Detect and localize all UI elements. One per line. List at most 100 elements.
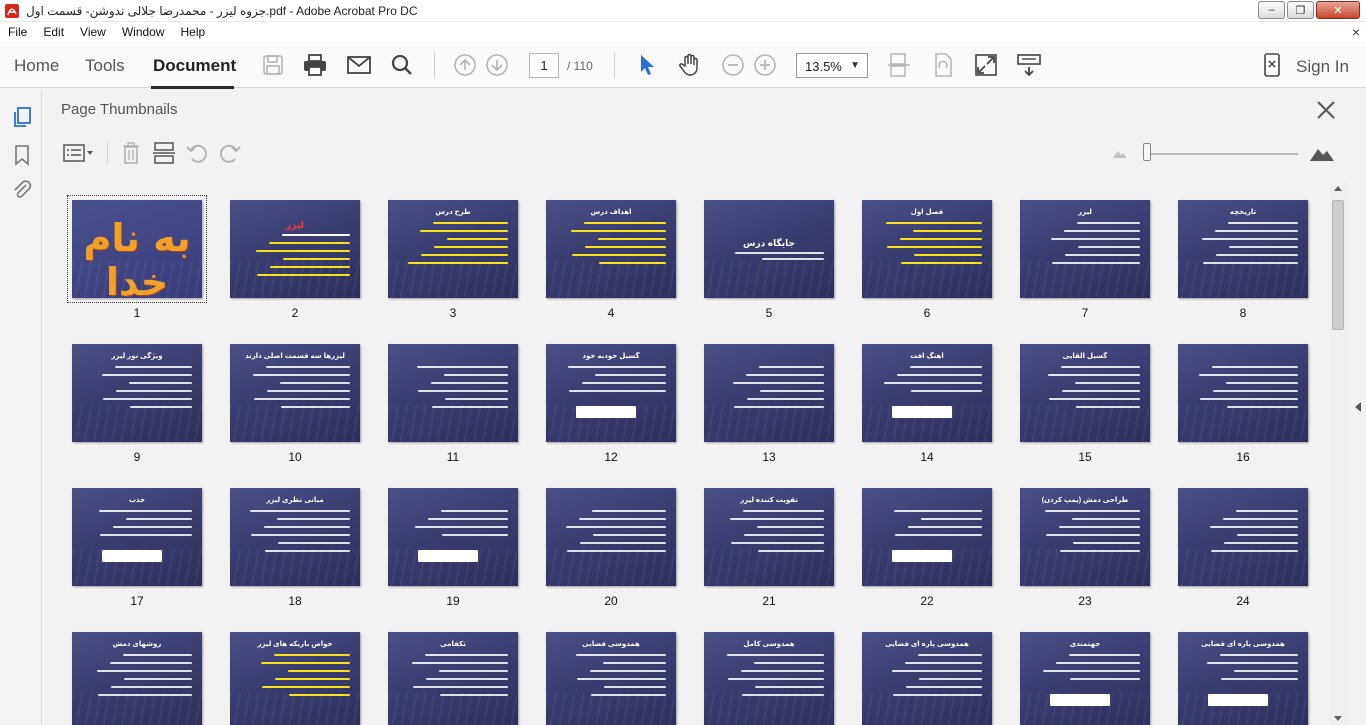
page-thumbnail[interactable]: خواص باریکه های لیزر [222, 632, 368, 725]
page-display-icon[interactable] [886, 52, 912, 78]
page-thumbnail[interactable]: همدوسی فضایی [538, 632, 684, 725]
slide-text-line [278, 542, 350, 544]
page-thumbnail[interactable]: 11 [380, 344, 526, 464]
page-thumbnail[interactable]: تکفامی [380, 632, 526, 725]
page-thumbnails-icon[interactable] [11, 106, 33, 128]
page-thumbnail[interactable]: 16 [1170, 344, 1316, 464]
slide-text-line [254, 398, 350, 400]
slide-preview: خواص باریکه های لیزر [230, 632, 360, 725]
page-thumbnail[interactable]: گسیل القایی 15 [1012, 344, 1158, 464]
menu-file[interactable]: File [0, 25, 35, 39]
menu-edit[interactable]: Edit [35, 25, 72, 39]
close-window-button[interactable]: ✕ [1316, 1, 1360, 19]
print-icon[interactable] [302, 52, 328, 78]
rotate-left-icon[interactable] [184, 140, 210, 166]
slide-text-line [115, 366, 192, 368]
zoom-in-icon[interactable] [752, 52, 778, 78]
page-thumbnail[interactable]: تقویت کننده لیزر 21 [696, 488, 842, 608]
page-thumbnail[interactable]: طراحی دمش (پمپ کردن) 23 [1012, 488, 1158, 608]
tab-document[interactable]: Document [153, 56, 236, 76]
vertical-scrollbar[interactable] [1329, 182, 1347, 725]
page-thumbnail[interactable]: فصل اول 6 [854, 200, 1000, 320]
select-cursor-icon[interactable] [634, 52, 660, 78]
page-thumbnail[interactable]: 20 [538, 488, 684, 608]
page-thumbnail[interactable]: آهنگ افت 14 [854, 344, 1000, 464]
page-thumbnail[interactable]: جایگاه درس 5 [696, 200, 842, 320]
delete-page-icon[interactable] [118, 140, 144, 166]
insert-page-icon[interactable] [151, 140, 177, 166]
tab-home[interactable]: Home [14, 56, 59, 76]
search-icon[interactable] [389, 52, 415, 78]
mobile-link-icon[interactable] [1259, 52, 1285, 78]
page-thumbnail[interactable]: اهداف درس 4 [538, 200, 684, 320]
page-thumbnail[interactable]: مبانی نظری لیزر 18 [222, 488, 368, 608]
page-thumbnail[interactable]: 22 [854, 488, 1000, 608]
full-screen-icon[interactable] [973, 52, 999, 78]
smaller-thumbnails-icon[interactable] [1107, 140, 1133, 166]
scroll-down-icon[interactable] [1334, 716, 1342, 721]
slide-text-line [1224, 542, 1298, 544]
expand-right-pane-icon[interactable] [1355, 402, 1361, 412]
previous-page-icon[interactable] [452, 52, 478, 78]
zoom-out-icon[interactable] [720, 52, 746, 78]
page-thumbnail[interactable]: 19 [380, 488, 526, 608]
attachment-icon[interactable] [11, 179, 33, 201]
slide-text-line [1228, 222, 1298, 224]
save-icon[interactable] [260, 52, 286, 78]
rotate-right-icon[interactable] [217, 140, 243, 166]
close-icon[interactable] [1315, 99, 1337, 121]
menu-window[interactable]: Window [114, 25, 173, 39]
page-thumbnail[interactable]: ویژگی نور لیزر 9 [64, 344, 210, 464]
minimize-button[interactable]: – [1258, 1, 1285, 19]
page-thumbnail[interactable]: 24 [1170, 488, 1316, 608]
slide-text-line [283, 258, 350, 260]
page-thumbnail[interactable]: جهتمندی [1012, 632, 1158, 725]
next-page-icon[interactable] [484, 52, 510, 78]
zoom-select[interactable]: 13.5% ▼ [796, 53, 868, 78]
slide-title: خواص باریکه های لیزر [257, 641, 333, 648]
menu-help[interactable]: Help [173, 25, 214, 39]
maximize-button[interactable]: ❐ [1287, 1, 1314, 19]
slide-preview: لیزر [1020, 200, 1150, 298]
slide-text-line [123, 654, 192, 656]
slide-preview [388, 488, 518, 586]
scrollbar-thumb[interactable] [1332, 200, 1344, 330]
page-thumbnail[interactable]: تاریخچه 8 [1170, 200, 1316, 320]
email-icon[interactable] [346, 52, 372, 78]
slide-preview: جذب [72, 488, 202, 586]
menu-view[interactable]: View [72, 25, 114, 39]
thumbnail-frame: همدوسی پاره ای فضایی [862, 632, 992, 725]
page-thumbnail[interactable]: همدوسی پاره ای فضایی [854, 632, 1000, 725]
larger-thumbnails-icon[interactable] [1309, 140, 1335, 166]
read-mode-icon[interactable] [1016, 52, 1042, 78]
page-thumbnail[interactable]: لیزر 2 [222, 200, 368, 320]
rotate-view-icon[interactable] [930, 52, 956, 78]
page-thumbnail[interactable]: لیزر 7 [1012, 200, 1158, 320]
close-document-icon[interactable]: × [1352, 24, 1360, 40]
options-menu-icon[interactable] [63, 140, 95, 166]
slide-text-line [1213, 390, 1298, 392]
slider-handle[interactable] [1143, 143, 1151, 161]
scroll-up-icon[interactable] [1334, 186, 1342, 191]
slide-text-line [1070, 678, 1140, 680]
page-thumbnail[interactable]: لیزرها سه قسمت اصلی دارند 10 [222, 344, 368, 464]
hand-tool-icon[interactable] [677, 52, 703, 78]
page-thumbnail[interactable]: 13 [696, 344, 842, 464]
page-thumbnail[interactable]: روشهای دمش [64, 632, 210, 725]
bookmark-icon[interactable] [11, 144, 33, 166]
page-number-label: 23 [1078, 594, 1092, 608]
slide-text-line [113, 526, 192, 528]
slide-text-line [591, 694, 666, 696]
tab-tools[interactable]: Tools [85, 56, 125, 76]
page-thumbnail[interactable]: گسیل خودبه خود 12 [538, 344, 684, 464]
page-thumbnail[interactable]: جذب 17 [64, 488, 210, 608]
page-thumbnail[interactable]: همدوسی کامل [696, 632, 842, 725]
page-thumbnail[interactable]: همدوسی پاره ای فضایی [1170, 632, 1316, 725]
slide-text-line [897, 374, 982, 376]
page-thumbnail[interactable]: به نام خدا 1 [64, 195, 210, 320]
slide-preview [388, 344, 518, 442]
thumbnail-size-slider[interactable] [1146, 153, 1298, 155]
page-thumbnail[interactable]: طرح درس 3 [380, 200, 526, 320]
page-number-input[interactable]: 1 [529, 53, 559, 78]
sign-in-button[interactable]: Sign In [1296, 57, 1349, 77]
